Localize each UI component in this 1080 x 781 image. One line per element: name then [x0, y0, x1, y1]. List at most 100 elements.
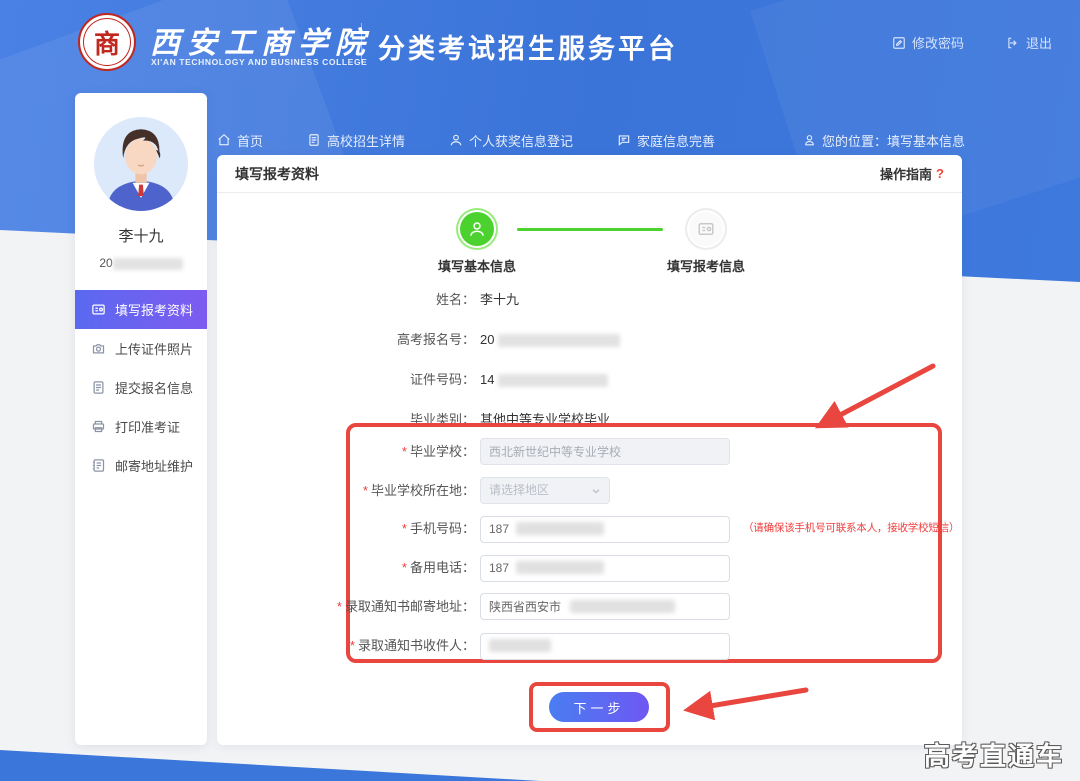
- header-divider: [361, 23, 362, 63]
- nav-item-home[interactable]: 首页: [217, 131, 263, 150]
- next-step-button[interactable]: 下一步: [549, 692, 649, 722]
- field-exam-number: 高考报名号： 20: [217, 330, 962, 350]
- user-number: 20: [75, 256, 207, 270]
- sidebar-item-label: 填写报考资料: [115, 300, 193, 319]
- header: 商 西安工商学院 XI'AN TECHNOLOGY AND BUSINESS C…: [0, 0, 1080, 85]
- change-password-label: 修改密码: [912, 33, 964, 52]
- user-number-prefix: 20: [99, 256, 112, 270]
- step-connector: [517, 228, 663, 231]
- nav-item-admission-detail[interactable]: 高校招生详情: [307, 131, 405, 150]
- field-label: 证件号码：: [410, 370, 475, 390]
- sidebar-menu: 填写报考资料 上传证件照片 提交报名信息 打印准考证 邮寄地址维护: [75, 290, 207, 485]
- platform-title: 分类考试招生服务平台: [378, 27, 678, 66]
- row-recipient: *录取通知书收件人：: [217, 632, 962, 659]
- required-mark: *: [402, 521, 407, 536]
- required-mark: *: [363, 483, 368, 498]
- college-name-en: XI'AN TECHNOLOGY AND BUSINESS COLLEGE: [151, 57, 367, 67]
- change-password-button[interactable]: 修改密码: [892, 33, 964, 52]
- required-mark: *: [350, 638, 355, 653]
- row-phone: *手机号码： （请确保该手机号可联系本人，接收学校短信）: [217, 515, 962, 542]
- redacted-value: [498, 334, 620, 347]
- chat-icon: [617, 133, 631, 147]
- field-value: 14: [480, 370, 608, 390]
- field-label: *毕业学校所在地：: [363, 477, 475, 504]
- required-mark: *: [402, 560, 407, 575]
- nav-item-family-info[interactable]: 家庭信息完善: [617, 131, 715, 150]
- sidebar-item-upload-photo[interactable]: 上传证件照片: [75, 329, 207, 368]
- input-wrap: [480, 438, 730, 465]
- address-book-icon: [91, 458, 106, 473]
- redacted-value: [113, 258, 183, 270]
- redacted-value: [498, 374, 608, 387]
- field-label: 高考报名号：: [397, 330, 475, 350]
- redacted-value: [570, 600, 675, 613]
- nav-item-awards[interactable]: 个人获奖信息登记: [449, 131, 573, 150]
- field-label: *录取通知书收件人：: [350, 632, 475, 659]
- id-card-icon: [697, 220, 715, 238]
- input-wrap: [480, 554, 730, 582]
- input-wrap: [480, 515, 730, 543]
- sidebar-item-mail-address[interactable]: 邮寄地址维护: [75, 446, 207, 485]
- breadcrumb-text: 您的位置：填写基本信息: [822, 131, 965, 150]
- step-label-apply-info: 填写报考信息: [667, 256, 745, 275]
- input-wrap: 请选择地区: [480, 477, 610, 504]
- person-icon: [449, 133, 463, 147]
- row-graduation-school: *毕业学校：: [217, 438, 962, 465]
- main-panel: 填写报考资料 操作指南 ? 填写基本信息 填写报考信息 姓名： 李十九 高考报名…: [217, 155, 962, 745]
- panel-title: 填写报考资料: [235, 164, 319, 184]
- file-text-icon: [91, 380, 106, 395]
- college-logo: 商: [78, 13, 136, 71]
- region-select-placeholder: 请选择地区: [489, 477, 549, 504]
- college-name-zh: 西安工商学院: [150, 18, 372, 62]
- user-name: 李十九: [75, 225, 207, 246]
- nav-item-label: 首页: [237, 131, 263, 150]
- field-name: 姓名： 李十九: [217, 290, 962, 310]
- operation-guide-link[interactable]: 操作指南 ?: [880, 164, 944, 183]
- question-mark-icon: ?: [936, 166, 944, 181]
- logout-button[interactable]: 退出: [1006, 33, 1052, 52]
- nav-item-label: 高校招生详情: [327, 131, 405, 150]
- region-select[interactable]: 请选择地区: [480, 477, 610, 504]
- sidebar-item-label: 上传证件照片: [115, 339, 193, 358]
- redacted-value: [516, 561, 604, 574]
- header-actions: 修改密码 退出: [892, 33, 1052, 52]
- avatar-illustration: [94, 117, 188, 211]
- required-mark: *: [337, 599, 342, 614]
- graduation-school-input[interactable]: [480, 438, 730, 465]
- phone-note: （请确保该手机号可联系本人，接收学校短信）: [743, 515, 959, 542]
- field-id-number: 证件号码： 14: [217, 370, 962, 390]
- field-graduation-type: 毕业类别： 其他中等专业学校毕业: [217, 410, 962, 430]
- location-person-icon: [803, 134, 816, 147]
- redacted-value: [516, 522, 604, 535]
- sidebar-item-fill-application[interactable]: 填写报考资料: [75, 290, 207, 329]
- top-nav: 首页 高校招生详情 个人获奖信息登记 家庭信息完善 您的位置：填写基本信息: [217, 127, 965, 153]
- field-label: *毕业学校：: [402, 438, 475, 465]
- sidebar-item-label: 打印准考证: [115, 417, 180, 436]
- field-label: *手机号码：: [402, 515, 475, 542]
- sidebar-item-label: 邮寄地址维护: [115, 456, 193, 475]
- step-apply-info-icon: [689, 212, 723, 246]
- row-mail-address: *录取通知书邮寄地址：: [217, 593, 962, 620]
- step-label-basic-info: 填写基本信息: [438, 256, 516, 275]
- camera-icon: [91, 341, 106, 356]
- id-card-icon: [91, 302, 106, 317]
- step-basic-info-icon: [460, 212, 494, 246]
- nav-item-label: 家庭信息完善: [637, 131, 715, 150]
- field-value: 其他中等专业学校毕业: [480, 410, 610, 430]
- person-icon: [468, 220, 486, 238]
- page: 商 西安工商学院 XI'AN TECHNOLOGY AND BUSINESS C…: [0, 0, 1080, 781]
- sidebar-item-submit-info[interactable]: 提交报名信息: [75, 368, 207, 407]
- input-wrap: [480, 632, 730, 660]
- operation-guide-label: 操作指南: [880, 164, 932, 183]
- sidebar: 李十九 20 填写报考资料 上传证件照片 提交报名信息 打印准考证: [75, 93, 207, 745]
- edit-icon: [892, 36, 906, 50]
- chevron-down-icon: [591, 486, 601, 496]
- row-school-region: *毕业学校所在地： 请选择地区: [217, 477, 962, 504]
- field-label: *录取通知书邮寄地址：: [337, 593, 475, 620]
- avatar: [94, 117, 188, 211]
- logout-icon: [1006, 36, 1020, 50]
- sidebar-item-print-ticket[interactable]: 打印准考证: [75, 407, 207, 446]
- document-icon: [307, 133, 321, 147]
- field-value: 20: [480, 330, 620, 350]
- printer-icon: [91, 419, 106, 434]
